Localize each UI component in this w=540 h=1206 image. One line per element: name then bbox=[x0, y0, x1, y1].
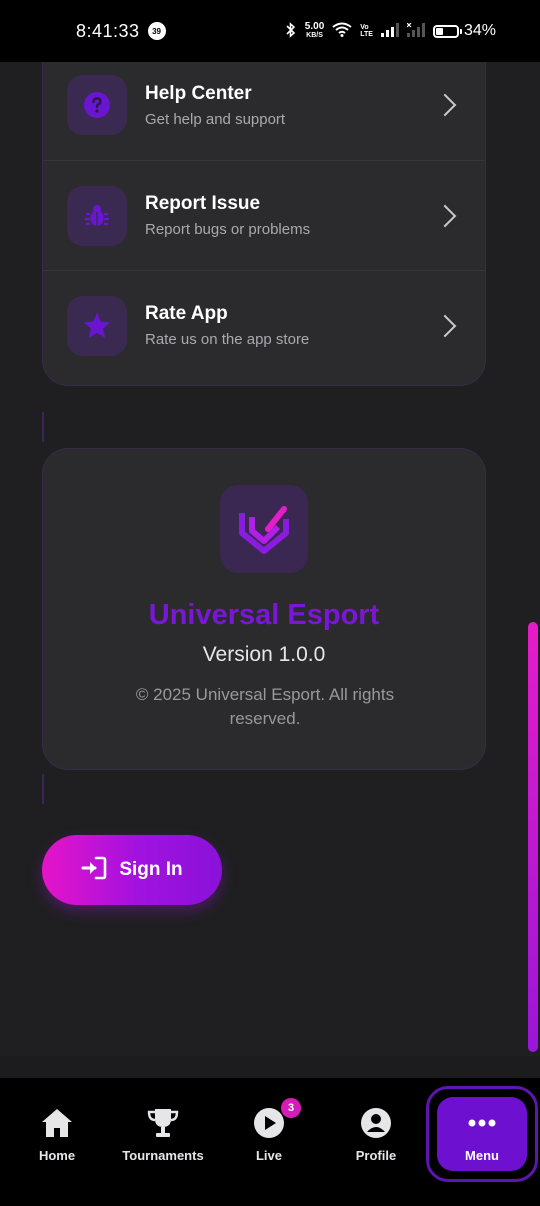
status-bar: 8:41:33 39 5.00 KB/S Vo LTE 34% bbox=[0, 0, 540, 62]
help-circle-icon bbox=[67, 75, 127, 135]
report-issue-row[interactable]: Report Issue Report bugs or problems bbox=[43, 160, 485, 270]
battery: 34% bbox=[432, 22, 496, 40]
app-name: Universal Esport bbox=[148, 599, 380, 631]
chevron-right-icon bbox=[433, 314, 457, 337]
chevron-right-icon bbox=[433, 93, 457, 117]
section-divider bbox=[42, 774, 44, 804]
nav-home[interactable]: Home bbox=[7, 1078, 107, 1206]
report-issue-text: Report Issue Report bugs or problems bbox=[145, 193, 437, 238]
universal-esport-logo-icon bbox=[239, 506, 289, 554]
battery-percent: 34% bbox=[463, 22, 496, 39]
bottom-navigation: Home Tournaments 3 Live Profile Menu bbox=[0, 1078, 540, 1206]
network-speed-value: 5.00 bbox=[304, 21, 325, 32]
row-subtitle: Get help and support bbox=[145, 110, 286, 128]
profile-icon bbox=[360, 1106, 392, 1140]
nav-label: Tournaments bbox=[122, 1148, 204, 1163]
status-time: 8:41:33 bbox=[76, 20, 140, 41]
home-icon bbox=[40, 1106, 74, 1140]
signal-no-service-icon bbox=[406, 22, 425, 40]
row-subtitle: Report bugs or problems bbox=[145, 221, 311, 238]
star-icon bbox=[67, 295, 127, 356]
row-title: Rate App bbox=[145, 303, 228, 324]
volte-indicator: Vo LTE bbox=[360, 24, 373, 38]
help-center-row[interactable]: Help Center Get help and support bbox=[43, 62, 485, 160]
volte-top: Vo bbox=[360, 24, 369, 31]
sign-in-button[interactable]: Sign In bbox=[42, 835, 222, 905]
battery-icon bbox=[432, 24, 462, 38]
bug-icon bbox=[67, 185, 127, 246]
nav-label: Profile bbox=[355, 1148, 397, 1163]
row-title: Report Issue bbox=[145, 193, 261, 214]
row-title: Help Center bbox=[145, 82, 252, 104]
app-version: Version 1.0.0 bbox=[202, 643, 326, 666]
network-speed-unit: KB/S bbox=[306, 32, 323, 39]
row-subtitle: Rate us on the app store bbox=[145, 331, 310, 348]
signal-strength-icon bbox=[380, 22, 399, 40]
status-indicators: 5.00 KB/S Vo LTE 34% bbox=[285, 22, 496, 41]
chevron-right-icon bbox=[433, 204, 457, 227]
nav-profile[interactable]: Profile bbox=[326, 1078, 426, 1206]
live-play-icon: 3 bbox=[253, 1098, 301, 1140]
battery-fill bbox=[435, 27, 443, 35]
sign-in-icon bbox=[81, 856, 107, 885]
sign-in-label: Sign In bbox=[119, 859, 183, 880]
volte-bottom: LTE bbox=[360, 31, 373, 38]
nav-label: Home bbox=[38, 1148, 76, 1163]
live-count-badge: 3 bbox=[281, 1098, 301, 1118]
support-card: Help Center Get help and support Report … bbox=[42, 62, 486, 386]
notification-count-badge: 39 bbox=[147, 22, 166, 40]
nav-live[interactable]: 3 Live bbox=[219, 1078, 319, 1206]
nav-label: Live bbox=[255, 1148, 282, 1163]
more-dots-icon bbox=[467, 1106, 497, 1140]
section-divider bbox=[42, 412, 44, 442]
nav-label: Menu bbox=[465, 1148, 499, 1163]
nav-tournaments[interactable]: Tournaments bbox=[113, 1078, 213, 1206]
scrollbar[interactable] bbox=[528, 622, 538, 1052]
app-logo bbox=[220, 485, 308, 573]
nav-menu[interactable]: Menu bbox=[432, 1078, 532, 1206]
menu-screen: Help Center Get help and support Report … bbox=[0, 62, 540, 1056]
about-card: Universal Esport Version 1.0.0 © 2025 Un… bbox=[42, 448, 486, 770]
wifi-icon bbox=[332, 22, 352, 40]
rate-app-text: Rate App Rate us on the app store bbox=[145, 303, 437, 348]
copyright-text: © 2025 Universal Esport. All rights rese… bbox=[135, 685, 395, 728]
bluetooth-icon bbox=[285, 21, 297, 41]
rate-app-row[interactable]: Rate App Rate us on the app store bbox=[43, 270, 485, 380]
network-speed: 5.00 KB/S bbox=[305, 22, 324, 40]
trophy-icon bbox=[146, 1106, 180, 1140]
help-center-text: Help Center Get help and support bbox=[145, 83, 437, 128]
